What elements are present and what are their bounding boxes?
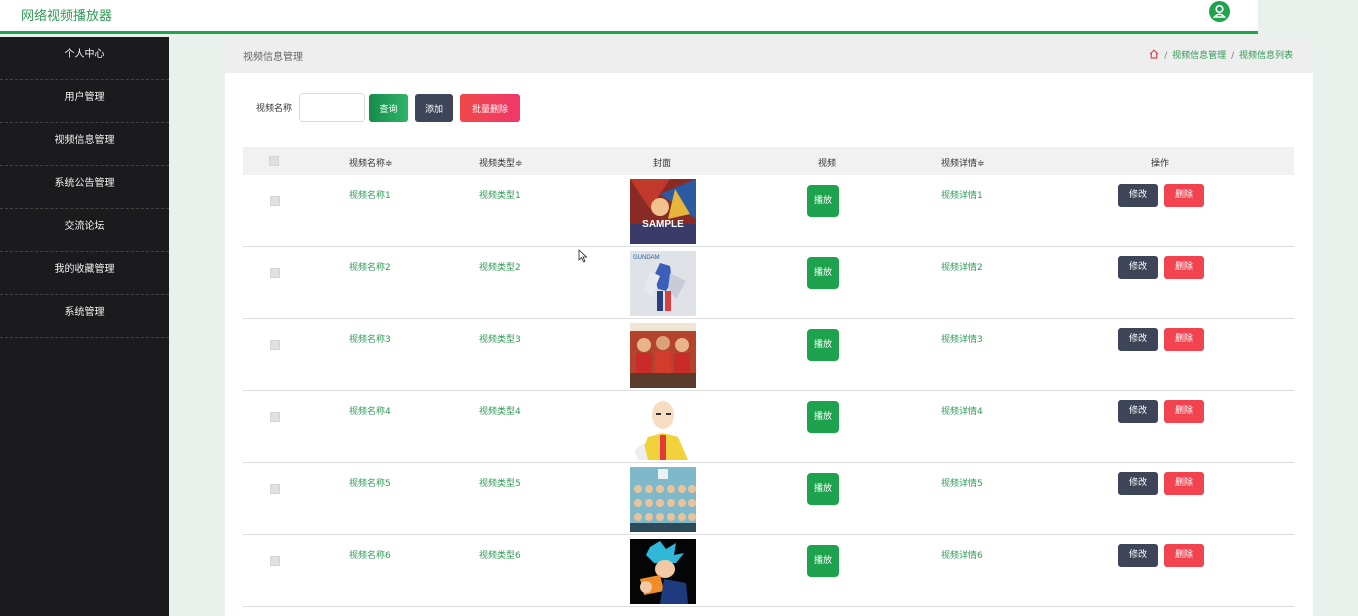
column-header-video: 视频 — [818, 159, 837, 169]
delete-button[interactable]: 删除 — [1164, 400, 1204, 423]
row-checkbox[interactable] — [270, 407, 280, 426]
table-header: 视频名称≑ 视频类型≑ 封面 视频 视频详情≑ 操作 — [243, 147, 1294, 175]
search-label: 视频名称 — [256, 104, 293, 114]
user-icon[interactable] — [1209, 1, 1230, 22]
table-row: 视频名称1 视频类型1 SAMPLE 播放 视频详情1 修改 删除 — [243, 175, 1294, 247]
row-checkbox[interactable] — [270, 551, 280, 570]
sidebar-item-user-management[interactable]: 用户管理 — [0, 80, 169, 123]
play-button[interactable]: 播放 — [807, 185, 839, 217]
video-type-cell: 视频类型5 — [479, 479, 521, 489]
edit-button[interactable]: 修改 — [1118, 256, 1158, 279]
row-checkbox[interactable] — [270, 263, 280, 282]
video-name-cell[interactable]: 视频名称4 — [349, 404, 391, 417]
breadcrumb-separator: / — [1164, 51, 1168, 61]
video-type-cell: 视频类型4 — [479, 407, 521, 417]
table-row: 视频名称2 视频类型2 GUNDAM 播放 视频详情2 修改 删除 — [243, 247, 1294, 319]
edit-button[interactable]: 修改 — [1118, 184, 1158, 207]
row-checkbox[interactable] — [270, 335, 280, 354]
sidebar-item-announcement[interactable]: 系统公告管理 — [0, 166, 169, 209]
query-button[interactable]: 查询 — [369, 94, 408, 122]
app-title: 网络视频播放器 — [21, 9, 113, 24]
row-checkbox[interactable] — [270, 479, 280, 498]
edit-button[interactable]: 修改 — [1118, 328, 1158, 351]
video-detail-cell: 视频详情3 — [941, 335, 983, 345]
breadcrumb-separator: / — [1231, 51, 1235, 61]
main-panel: 视频信息管理 / 视频信息管理 / 视频信息列表 视频名称 查询 添加 批量删除… — [225, 37, 1313, 616]
video-name-cell[interactable]: 视频名称5 — [349, 476, 391, 489]
column-header-cover: 封面 — [653, 159, 672, 169]
delete-button[interactable]: 删除 — [1164, 184, 1204, 207]
play-button[interactable]: 播放 — [807, 257, 839, 289]
play-button[interactable]: 播放 — [807, 329, 839, 361]
video-name-cell[interactable]: 视频名称1 — [349, 188, 391, 201]
cover-image — [630, 395, 696, 460]
video-detail-cell: 视频详情6 — [941, 551, 983, 561]
play-button[interactable]: 播放 — [807, 545, 839, 577]
video-name-search-input[interactable] — [299, 93, 365, 122]
add-button[interactable]: 添加 — [415, 94, 453, 122]
select-all-checkbox[interactable] — [269, 156, 279, 169]
play-button[interactable]: 播放 — [807, 473, 839, 505]
cover-image: GUNDAM — [630, 251, 696, 316]
video-detail-cell: 视频详情5 — [941, 479, 983, 489]
column-header-ops: 操作 — [1151, 159, 1170, 169]
video-type-cell: 视频类型1 — [479, 191, 521, 201]
svg-text:GUNDAM: GUNDAM — [633, 255, 660, 261]
sidebar-item-system[interactable]: 系统管理 — [0, 295, 169, 338]
table-row: 视频名称3 视频类型3 播放 视频详情3 修改 删除 — [243, 319, 1294, 391]
video-name-cell[interactable]: 视频名称3 — [349, 332, 391, 345]
video-name-cell[interactable]: 视频名称6 — [349, 548, 391, 561]
cover-image — [630, 467, 696, 532]
cover-image: SAMPLE — [630, 179, 696, 244]
edit-button[interactable]: 修改 — [1118, 400, 1158, 423]
table-row: 视频名称6 视频类型6 播放 视频详情6 修改 删除 — [243, 535, 1294, 607]
edit-button[interactable]: 修改 — [1118, 472, 1158, 495]
panel-header: 视频信息管理 / 视频信息管理 / 视频信息列表 — [225, 37, 1313, 73]
column-header-name[interactable]: 视频名称≑ — [349, 156, 393, 169]
edit-button[interactable]: 修改 — [1118, 544, 1158, 567]
delete-button[interactable]: 删除 — [1164, 256, 1204, 279]
column-header-detail[interactable]: 视频详情≑ — [941, 156, 985, 169]
video-type-cell: 视频类型3 — [479, 335, 521, 345]
cover-image — [630, 323, 696, 388]
sidebar-item-favorites[interactable]: 我的收藏管理 — [0, 252, 169, 295]
sidebar-item-video-info[interactable]: 视频信息管理 — [0, 123, 169, 166]
row-checkbox[interactable] — [270, 191, 280, 210]
delete-button[interactable]: 删除 — [1164, 472, 1204, 495]
mouse-cursor-icon — [578, 249, 588, 263]
table-row: 视频名称5 视频类型5 播放 视频详情5 修改 删除 — [243, 463, 1294, 535]
batch-delete-button[interactable]: 批量删除 — [460, 94, 520, 122]
column-header-type[interactable]: 视频类型≑ — [479, 156, 523, 169]
video-type-cell: 视频类型2 — [479, 263, 521, 273]
video-detail-cell: 视频详情1 — [941, 191, 983, 201]
breadcrumb: / 视频信息管理 / 视频信息列表 — [1149, 48, 1293, 61]
delete-button[interactable]: 删除 — [1164, 328, 1204, 351]
table-body: 视频名称1 视频类型1 SAMPLE 播放 视频详情1 修改 删除 视频名称2 … — [243, 175, 1294, 607]
breadcrumb-video-info[interactable]: 视频信息管理 — [1172, 51, 1226, 61]
table-row: 视频名称4 视频类型4 播放 视频详情4 修改 删除 — [243, 391, 1294, 463]
video-detail-cell: 视频详情2 — [941, 263, 983, 273]
home-icon[interactable] — [1149, 49, 1159, 61]
sidebar-item-personal-center[interactable]: 个人中心 — [0, 37, 169, 80]
delete-button[interactable]: 删除 — [1164, 544, 1204, 567]
svg-text:SAMPLE: SAMPLE — [642, 219, 684, 230]
top-header: 网络视频播放器 — [0, 0, 1258, 34]
sidebar-item-forum[interactable]: 交流论坛 — [0, 209, 169, 252]
video-detail-cell: 视频详情4 — [941, 407, 983, 417]
video-name-cell[interactable]: 视频名称2 — [349, 260, 391, 273]
video-type-cell: 视频类型6 — [479, 551, 521, 561]
page-title: 视频信息管理 — [243, 52, 303, 63]
play-button[interactable]: 播放 — [807, 401, 839, 433]
cover-image — [630, 539, 696, 604]
breadcrumb-video-list[interactable]: 视频信息列表 — [1239, 51, 1293, 61]
sidebar: 个人中心 用户管理 视频信息管理 系统公告管理 交流论坛 我的收藏管理 系统管理 — [0, 37, 169, 616]
